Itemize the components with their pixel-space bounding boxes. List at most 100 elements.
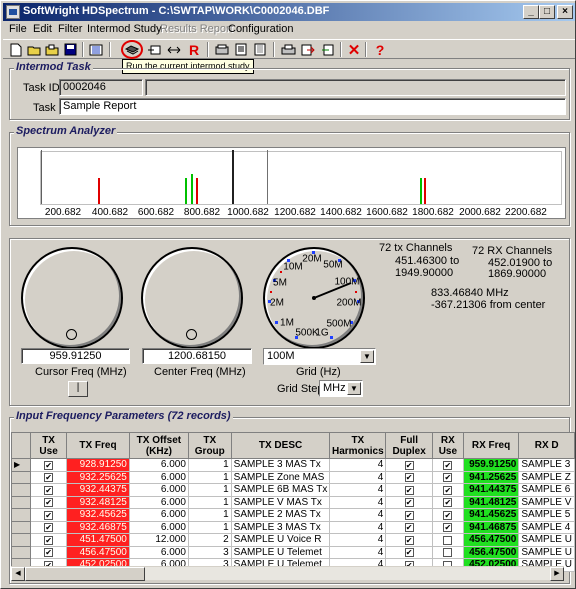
tx-use-checkbox[interactable]: ✔ — [30, 545, 68, 559]
column-header[interactable]: TX Freq — [66, 432, 130, 459]
full-duplex-checkbox[interactable]: ✔ — [385, 545, 433, 559]
cursor-freq-field[interactable]: 959.91250 — [21, 348, 130, 364]
menu-file[interactable]: File — [9, 23, 27, 35]
column-header[interactable]: TX Harmonics — [329, 432, 387, 459]
rx-desc-cell[interactable]: SAMPLE V — [518, 495, 575, 509]
column-header[interactable]: RX D — [518, 432, 575, 459]
row-indicator[interactable] — [10, 483, 32, 497]
check-icon[interactable]: ✔ — [404, 473, 414, 483]
tx-offset-cell[interactable]: 6.000 — [128, 470, 189, 484]
rx-use-checkbox[interactable]: ✔ — [431, 495, 464, 509]
tx-freq-cell[interactable]: 932.48125 — [66, 495, 130, 509]
tx-group-cell[interactable]: 1 — [187, 458, 232, 472]
tx-offset-cell[interactable]: 6.000 — [128, 508, 189, 522]
scroll-left-icon[interactable]: ◀ — [11, 567, 25, 581]
tx-offset-cell[interactable]: 6.000 — [128, 520, 189, 534]
center-freq-field[interactable]: 1200.68150 — [142, 348, 252, 364]
spectrum-display[interactable]: 200.682 400.682 600.682 800.682 1000.682… — [17, 147, 566, 219]
tx-desc-cell[interactable]: SAMPLE U Telemet — [230, 545, 331, 559]
tx-use-checkbox[interactable]: ✔ — [30, 483, 68, 497]
check-icon[interactable]: ✔ — [443, 498, 453, 508]
table-row[interactable]: ✔ 932.45625 6.000 1 SAMPLE 2 MAS Tx 4 ✔ ✔ 941.45… — [10, 508, 575, 522]
spectrum-plot-area[interactable] — [40, 150, 562, 205]
tx-group-cell[interactable]: 1 — [187, 508, 232, 522]
title-bar[interactable]: SoftWright HDSpectrum - C:\SWTAP\WORK\C0… — [3, 3, 575, 21]
tx-harmonics-cell[interactable]: 4 — [329, 495, 387, 509]
column-header[interactable]: RX Freq — [462, 432, 520, 459]
tx-use-checkbox[interactable]: ✔ — [30, 508, 68, 522]
check-icon[interactable]: ✔ — [44, 460, 54, 470]
table-row[interactable]: ✔ 932.46875 6.000 1 SAMPLE 3 MAS Tx 4 ✔ ✔ 941.46… — [10, 520, 575, 534]
center-dial-knob[interactable] — [186, 329, 197, 340]
import-icon[interactable] — [145, 41, 163, 58]
tx-freq-cell[interactable]: 932.46875 — [66, 520, 130, 534]
rx-freq-cell[interactable]: 941.45625 — [462, 508, 520, 522]
report-r-icon[interactable]: R — [185, 41, 203, 58]
check-icon[interactable]: ✔ — [44, 498, 54, 508]
tx-offset-cell[interactable]: 6.000 — [128, 545, 189, 559]
tx-desc-cell[interactable]: SAMPLE 6B MAS Tx — [230, 483, 331, 497]
export-icon[interactable] — [299, 41, 317, 58]
check-icon[interactable]: ✔ — [443, 473, 453, 483]
row-indicator[interactable] — [10, 545, 32, 559]
check-icon[interactable]: ✔ — [404, 548, 414, 558]
table-row[interactable]: ✔ 456.47500 6.000 3 SAMPLE U Telemet 4 ✔ 456.47… — [10, 545, 575, 559]
tx-desc-cell[interactable]: SAMPLE 2 MAS Tx — [230, 508, 331, 522]
rx-freq-cell[interactable]: 941.44375 — [462, 483, 520, 497]
new-file-icon[interactable] — [7, 41, 25, 58]
check-icon[interactable]: ✔ — [404, 460, 414, 470]
check-icon[interactable]: ✔ — [404, 510, 414, 520]
grid-step-select[interactable]: MHz ▼ — [319, 380, 363, 397]
rx-use-checkbox[interactable]: ✔ — [431, 458, 464, 472]
open-folder-icon[interactable] — [25, 41, 43, 58]
full-duplex-checkbox[interactable]: ✔ — [385, 470, 433, 484]
tx-harmonics-cell[interactable]: 4 — [329, 458, 387, 472]
check-icon[interactable]: ✔ — [404, 485, 414, 495]
rx-freq-cell[interactable]: 941.46875 — [462, 520, 520, 534]
column-header[interactable]: TX DESC — [230, 432, 331, 459]
tx-desc-cell[interactable]: SAMPLE Zone MAS — [230, 470, 331, 484]
tx-harmonics-cell[interactable]: 4 — [329, 545, 387, 559]
document-icon[interactable] — [232, 41, 250, 58]
tx-desc-cell[interactable]: SAMPLE U Voice R — [230, 533, 331, 547]
import-export-icon[interactable] — [319, 41, 337, 58]
column-header[interactable]: TX Use — [30, 432, 68, 459]
menu-intermod-study[interactable]: Intermod Study — [87, 23, 162, 35]
menu-filter[interactable]: Filter — [58, 23, 82, 35]
column-header[interactable]: TX Group — [187, 432, 232, 459]
tx-freq-cell[interactable]: 932.45625 — [66, 508, 130, 522]
full-duplex-checkbox[interactable]: ✔ — [385, 520, 433, 534]
check-icon[interactable]: ✔ — [404, 523, 414, 533]
full-duplex-checkbox[interactable]: ✔ — [385, 495, 433, 509]
horizontal-scrollbar[interactable]: ◀ ▶ — [11, 566, 564, 581]
tx-freq-cell[interactable]: 456.47500 — [66, 545, 130, 559]
scroll-right-icon[interactable]: ▶ — [550, 567, 564, 581]
tx-use-checkbox[interactable]: ✔ — [30, 520, 68, 534]
document-list-icon[interactable] — [251, 41, 269, 58]
tx-desc-cell[interactable]: SAMPLE 3 MAS Tx — [230, 520, 331, 534]
tx-use-checkbox[interactable]: ✔ — [30, 533, 68, 547]
tx-harmonics-cell[interactable]: 4 — [329, 483, 387, 497]
tx-group-cell[interactable]: 1 — [187, 495, 232, 509]
rx-freq-cell[interactable]: 456.47500 — [462, 533, 520, 547]
rx-desc-cell[interactable]: SAMPLE 6 — [518, 483, 575, 497]
scroll-thumb[interactable] — [25, 567, 145, 581]
task-field[interactable]: Sample Report — [59, 98, 566, 115]
table-row[interactable]: ✔ 932.48125 6.000 1 SAMPLE V MAS Tx 4 ✔ ✔ 941.48… — [10, 495, 575, 509]
tx-desc-cell[interactable]: SAMPLE 3 MAS Tx — [230, 458, 331, 472]
row-indicator[interactable] — [10, 533, 32, 547]
check-icon[interactable]: ✔ — [404, 535, 414, 545]
chevron-down-icon[interactable]: ▼ — [360, 350, 374, 363]
open-file-icon[interactable] — [43, 41, 61, 58]
tx-freq-cell[interactable]: 928.91250 — [66, 458, 130, 472]
check-icon[interactable]: ✔ — [44, 523, 54, 533]
empty-checkbox-icon[interactable] — [443, 535, 453, 545]
full-duplex-checkbox[interactable]: ✔ — [385, 533, 433, 547]
menu-edit[interactable]: Edit — [33, 23, 52, 35]
check-icon[interactable]: ✔ — [404, 498, 414, 508]
chevron-down-icon[interactable]: ▼ — [347, 382, 361, 395]
rx-desc-cell[interactable]: SAMPLE 5 — [518, 508, 575, 522]
tx-group-cell[interactable]: 1 — [187, 483, 232, 497]
menu-configuration[interactable]: Configuration — [228, 23, 293, 35]
check-icon[interactable]: ✔ — [443, 460, 453, 470]
